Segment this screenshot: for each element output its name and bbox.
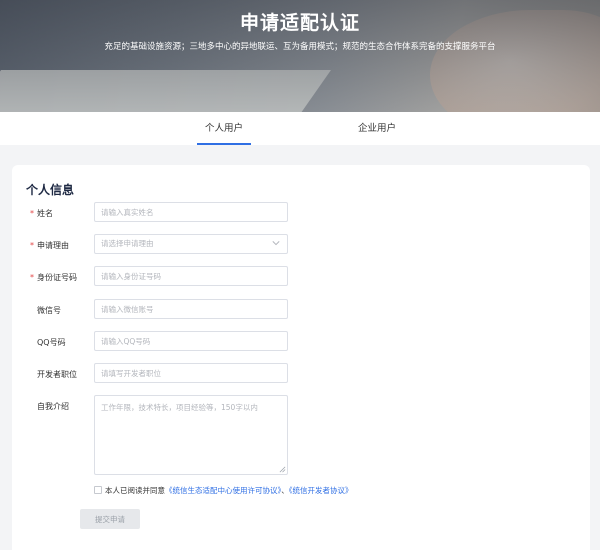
form-card: 个人信息 *姓名 *申请理由 请选择申请理由 *身份证号码 微信号 QQ号码 开…	[12, 165, 590, 550]
page-title: 申请适配认证	[239, 12, 360, 34]
tab-label: 企业用户	[357, 123, 396, 134]
hero-banner: 申请适配认证 充足的基础设施资源；三地多中心的异地联运、互为备用模式；规范的生态…	[0, 0, 600, 112]
id-number-label: * 身份证号码	[30, 273, 77, 282]
intro-textarea[interactable]	[94, 395, 288, 475]
agreement-checkbox[interactable]	[94, 486, 102, 494]
position-input[interactable]	[94, 363, 288, 383]
id-number-input[interactable]	[94, 266, 288, 286]
position-label: 开发者职位	[37, 370, 77, 379]
intro-label: 自我介绍	[37, 402, 69, 411]
agreement-row: 本人已阅读并同意《统信生态适配中心使用许可协议》、《统信开发者协议》	[94, 485, 353, 496]
active-tab-indicator	[197, 143, 251, 145]
hero-subtitle: 充足的基础设施资源；三地多中心的异地联运、互为备用模式；规范的生态合作体系完备的…	[104, 42, 496, 52]
tab-label: 个人用户	[204, 123, 243, 134]
tab-personal-user[interactable]: 个人用户	[197, 112, 251, 145]
name-input[interactable]	[94, 202, 288, 222]
wechat-input[interactable]	[94, 299, 288, 319]
required-mark: *	[30, 241, 34, 250]
required-mark: *	[30, 273, 34, 282]
license-agreement-link[interactable]: 《统信生态适配中心使用许可协议》	[165, 486, 281, 495]
qq-label: QQ号码	[37, 338, 66, 347]
resize-handle-icon[interactable]	[279, 466, 286, 473]
tab-enterprise-user[interactable]: 企业用户	[348, 112, 406, 145]
section-title: 个人信息	[26, 183, 75, 197]
developer-agreement-link[interactable]: 《统信开发者协议》	[289, 486, 353, 495]
required-mark: *	[30, 209, 34, 218]
reason-select[interactable]: 请选择申请理由	[94, 234, 288, 254]
submit-button[interactable]: 提交申请	[80, 509, 140, 529]
agreement-separator: 、	[281, 486, 289, 495]
agreement-prefix: 本人已阅读并同意	[105, 486, 165, 495]
qq-input[interactable]	[94, 331, 288, 351]
chevron-down-icon	[272, 241, 280, 246]
name-label: * 姓名	[30, 209, 53, 218]
reason-label: * 申请理由	[30, 241, 69, 250]
wechat-label: 微信号	[37, 306, 61, 315]
reason-select-placeholder: 请选择申请理由	[101, 239, 154, 248]
user-type-tabs: 个人用户 企业用户	[0, 112, 600, 145]
